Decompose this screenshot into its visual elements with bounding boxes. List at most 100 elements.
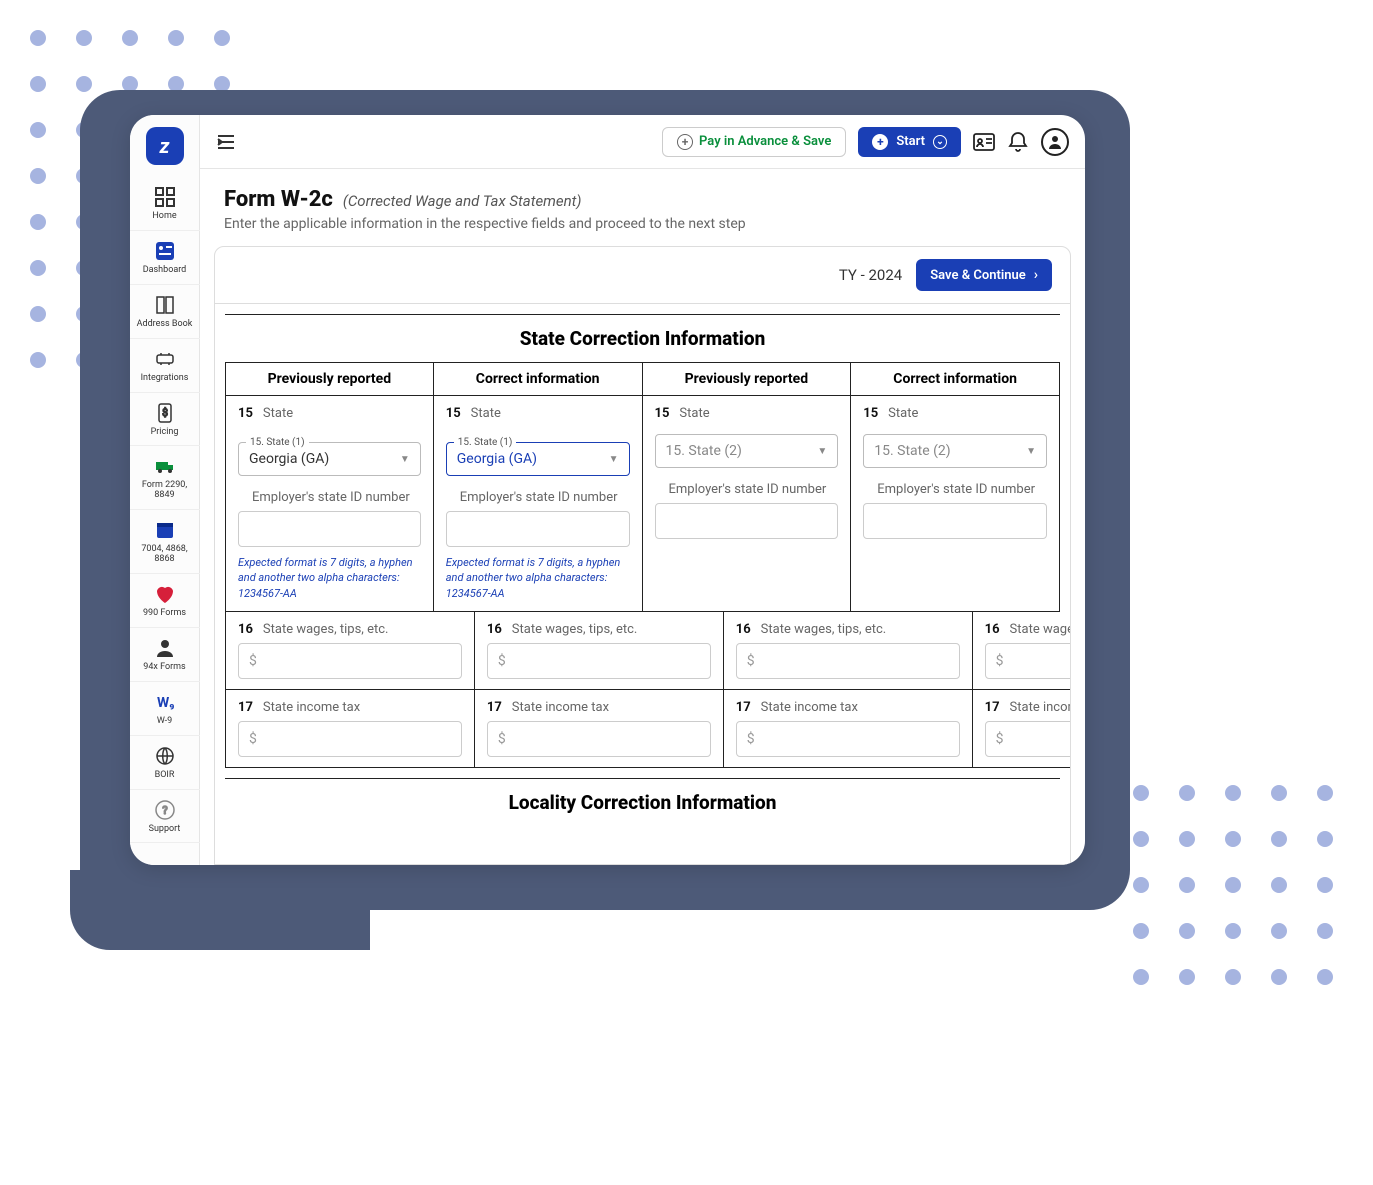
page-subtitle: (Corrected Wage and Tax Statement) bbox=[343, 192, 582, 210]
integrations-icon bbox=[153, 347, 177, 371]
emp-id-input-corr-1[interactable] bbox=[446, 511, 630, 547]
cell-15-prev-1: 15State 15. State (1) Georgia (GA) ▼ Emp… bbox=[225, 396, 434, 612]
sidebar-item-w9[interactable]: W₉ W-9 bbox=[130, 682, 200, 736]
form-scroll-area[interactable]: State Correction Information Previously … bbox=[215, 304, 1070, 864]
tax-input-prev-2[interactable]: $ bbox=[736, 721, 960, 757]
start-label: Start bbox=[896, 134, 925, 149]
tax-input-corr-1[interactable]: $ bbox=[487, 721, 711, 757]
box-label: State wages, tips, etc. bbox=[512, 622, 638, 637]
emp-id-input-prev-1[interactable] bbox=[238, 511, 421, 547]
cell-15-corr-1: 15State 15. State (1) Georgia (GA) ▼ Emp… bbox=[434, 396, 643, 612]
sidebar-item-94x[interactable]: 94x Forms bbox=[130, 628, 200, 682]
nav-label: Pricing bbox=[132, 428, 198, 438]
dollar-icon: $ bbox=[996, 731, 1004, 747]
sidebar-item-boir[interactable]: BOIR bbox=[130, 736, 200, 790]
col-head-prev-1: Previously reported bbox=[225, 363, 434, 396]
box-label: State income tax bbox=[263, 700, 360, 715]
box-num: 17 bbox=[487, 700, 502, 715]
app-window: z Home Dashboard Address Book Integratio… bbox=[130, 115, 1085, 865]
save-continue-button[interactable]: Save & Continue › bbox=[916, 259, 1052, 291]
nav-label: Integrations bbox=[132, 374, 198, 384]
wages-input-corr-1[interactable]: $ bbox=[487, 643, 711, 679]
wages-input-corr-2[interactable]: $ bbox=[985, 643, 1070, 679]
cell-16-prev-2: 16 State wages, tips, etc. $ bbox=[724, 612, 973, 690]
box-num: 15 bbox=[655, 406, 670, 421]
section-locality-title: Locality Correction Information bbox=[225, 778, 1060, 826]
page-header: Form W-2c (Corrected Wage and Tax Statem… bbox=[200, 169, 1085, 246]
box-label: State wages, tips, etc. bbox=[761, 622, 887, 637]
col-head-prev-2: Previously reported bbox=[643, 363, 852, 396]
calendar-icon bbox=[153, 518, 177, 542]
sidebar-item-support[interactable]: ? Support bbox=[130, 790, 200, 844]
box-label: State wages, tips, etc. bbox=[263, 622, 389, 637]
sidebar-item-address-book[interactable]: Address Book bbox=[130, 285, 200, 339]
format-hint: Expected format is 7 digits, a hyphen an… bbox=[446, 555, 630, 601]
state1-legend: 15. State (1) bbox=[246, 437, 309, 448]
box-num: 16 bbox=[487, 622, 502, 637]
box-num: 16 bbox=[736, 622, 751, 637]
dollar-icon: $ bbox=[747, 653, 755, 669]
heart-icon bbox=[153, 582, 177, 606]
box-num: 15 bbox=[446, 406, 461, 421]
box-label: State bbox=[679, 406, 709, 421]
section-state-title: State Correction Information bbox=[225, 314, 1060, 363]
sidebar-item-7004[interactable]: 7004, 4868, 8868 bbox=[130, 510, 200, 574]
cell-16-corr-1: 16 State wages, tips, etc. $ bbox=[475, 612, 724, 690]
box-label: State income tax bbox=[761, 700, 858, 715]
sidebar-item-integrations[interactable]: Integrations bbox=[130, 339, 200, 393]
start-button[interactable]: + Start ⌄ bbox=[858, 127, 961, 157]
format-hint: Expected format is 7 digits, a hyphen an… bbox=[238, 555, 421, 601]
state-select-prev-2[interactable]: 15. State (2) ▼ bbox=[655, 434, 839, 468]
cell-17-corr-1: 17 State income tax $ bbox=[475, 690, 724, 768]
wages-input-prev-2[interactable]: $ bbox=[736, 643, 960, 679]
box-num: 17 bbox=[985, 700, 1000, 715]
emp-id-label: Employer's state ID number bbox=[460, 490, 630, 505]
dollar-icon: $ bbox=[747, 731, 755, 747]
sidebar-item-home[interactable]: Home bbox=[130, 177, 200, 231]
caret-down-icon: ▼ bbox=[400, 454, 410, 465]
row-box-17: 17 State income tax $ 17State income tax … bbox=[225, 690, 1060, 768]
w9-icon: W₉ bbox=[153, 690, 177, 714]
tax-input-prev-1[interactable]: $ bbox=[238, 721, 462, 757]
id-card-icon[interactable] bbox=[973, 131, 995, 153]
nav-label: Address Book bbox=[132, 320, 198, 330]
row-box-15: 15 State 15. State (1) Georgia (GA) ▼ Emp… bbox=[225, 396, 1060, 612]
sidebar-toggle-icon[interactable] bbox=[216, 134, 236, 150]
emp-id-input-corr-2[interactable] bbox=[863, 503, 1047, 539]
cell-16-prev-1: 16State wages, tips, etc. $ bbox=[225, 612, 475, 690]
sidebar-item-pricing[interactable]: $ Pricing bbox=[130, 393, 200, 447]
nav-label: W-9 bbox=[132, 717, 198, 727]
sidebar-item-form-2290[interactable]: Form 2290, 8849 bbox=[130, 446, 200, 510]
caret-down-icon: ▼ bbox=[1026, 446, 1036, 457]
cell-17-corr-2: 17State income tax $ bbox=[973, 690, 1070, 768]
plus-circle-icon: + bbox=[677, 134, 693, 150]
column-header-row: Previously reported Correct information … bbox=[225, 363, 1060, 396]
user-avatar-icon[interactable] bbox=[1041, 128, 1069, 156]
wages-input-prev-1[interactable]: $ bbox=[238, 643, 462, 679]
cell-16-corr-2: 16State wages, tips, etc. $ bbox=[973, 612, 1070, 690]
plus-filled-icon: + bbox=[872, 134, 888, 150]
book-icon bbox=[153, 293, 177, 317]
sidebar-item-dashboard[interactable]: Dashboard bbox=[130, 231, 200, 285]
nav-label: 990 Forms bbox=[132, 609, 198, 619]
bell-icon[interactable] bbox=[1007, 131, 1029, 153]
sidebar-item-990[interactable]: 990 Forms bbox=[130, 574, 200, 628]
form-panel: TY - 2024 Save & Continue › State Correc… bbox=[214, 246, 1071, 865]
nav-label: 94x Forms bbox=[132, 663, 198, 673]
emp-id-input-prev-2[interactable] bbox=[655, 503, 839, 539]
state-select-corr-2[interactable]: 15. State (2) ▼ bbox=[863, 434, 1047, 468]
state-value: Georgia (GA) bbox=[249, 451, 329, 467]
nav-label: Home bbox=[132, 212, 198, 222]
dollar-icon: $ bbox=[249, 731, 257, 747]
box-label: State income tax bbox=[512, 700, 609, 715]
svg-text:?: ? bbox=[162, 804, 167, 817]
app-logo: z bbox=[146, 127, 184, 165]
caret-down-icon: ▼ bbox=[609, 454, 619, 465]
tax-year-label: TY - 2024 bbox=[839, 266, 902, 284]
tax-input-corr-2[interactable]: $ bbox=[985, 721, 1070, 757]
cell-17-prev-2: 17State income tax $ bbox=[724, 690, 973, 768]
person-icon bbox=[153, 636, 177, 660]
nav-label: BOIR bbox=[132, 771, 198, 781]
pay-in-advance-button[interactable]: + Pay in Advance & Save bbox=[662, 127, 846, 157]
truck-icon bbox=[153, 454, 177, 478]
